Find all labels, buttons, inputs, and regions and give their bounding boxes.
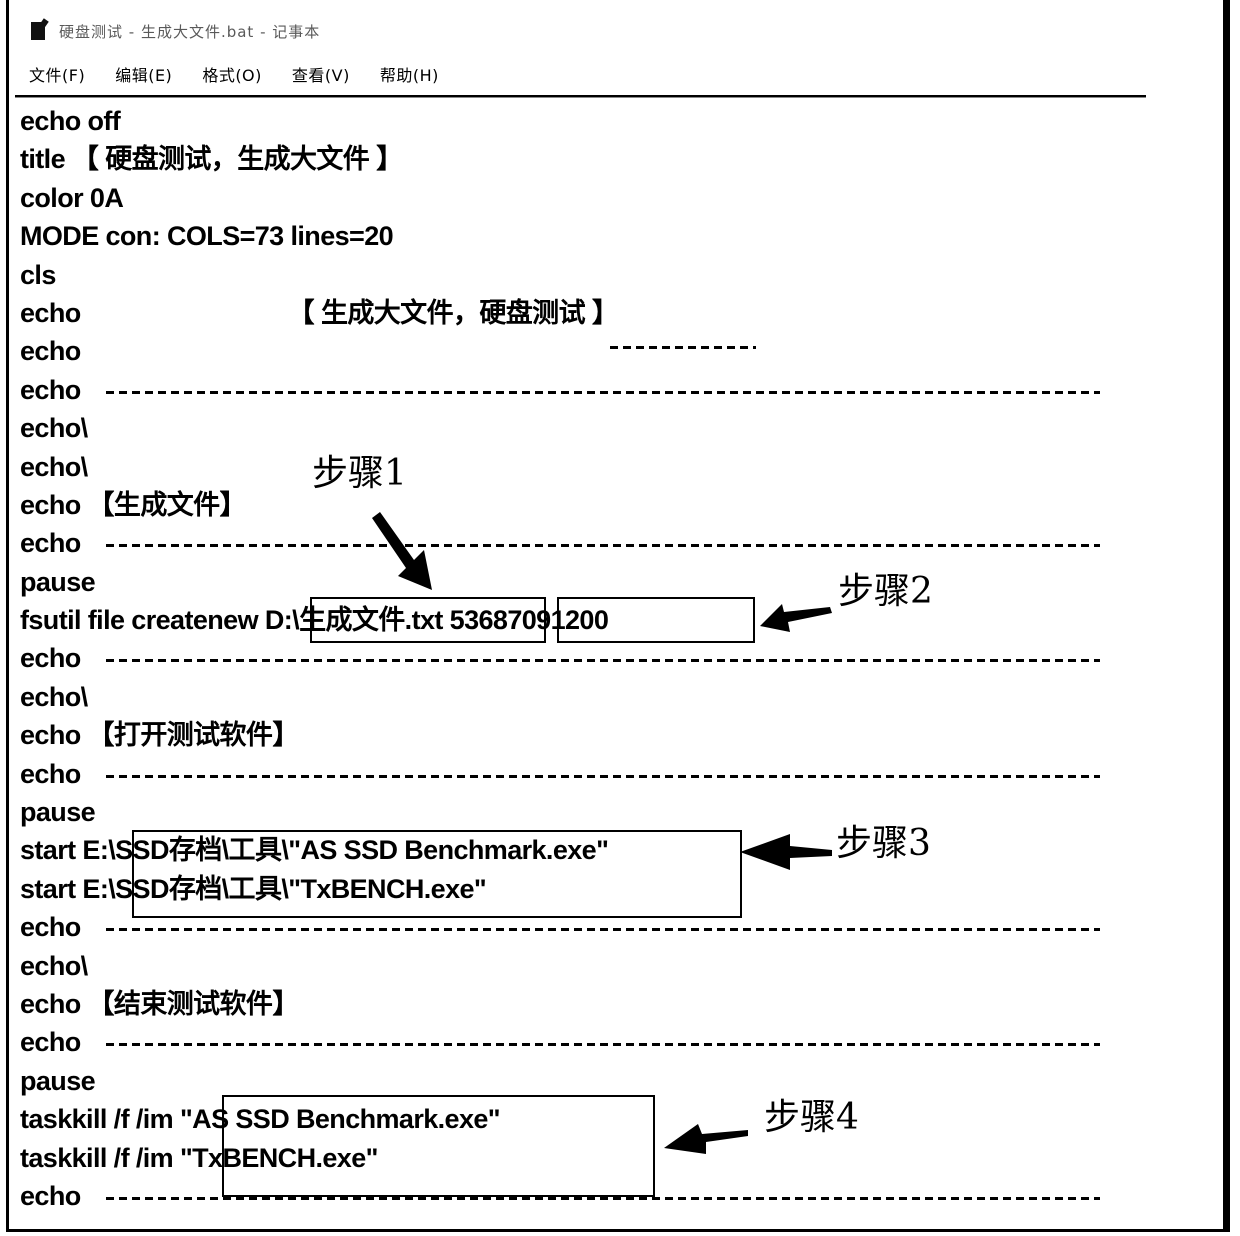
- step4-arrow-icon: [664, 1124, 748, 1154]
